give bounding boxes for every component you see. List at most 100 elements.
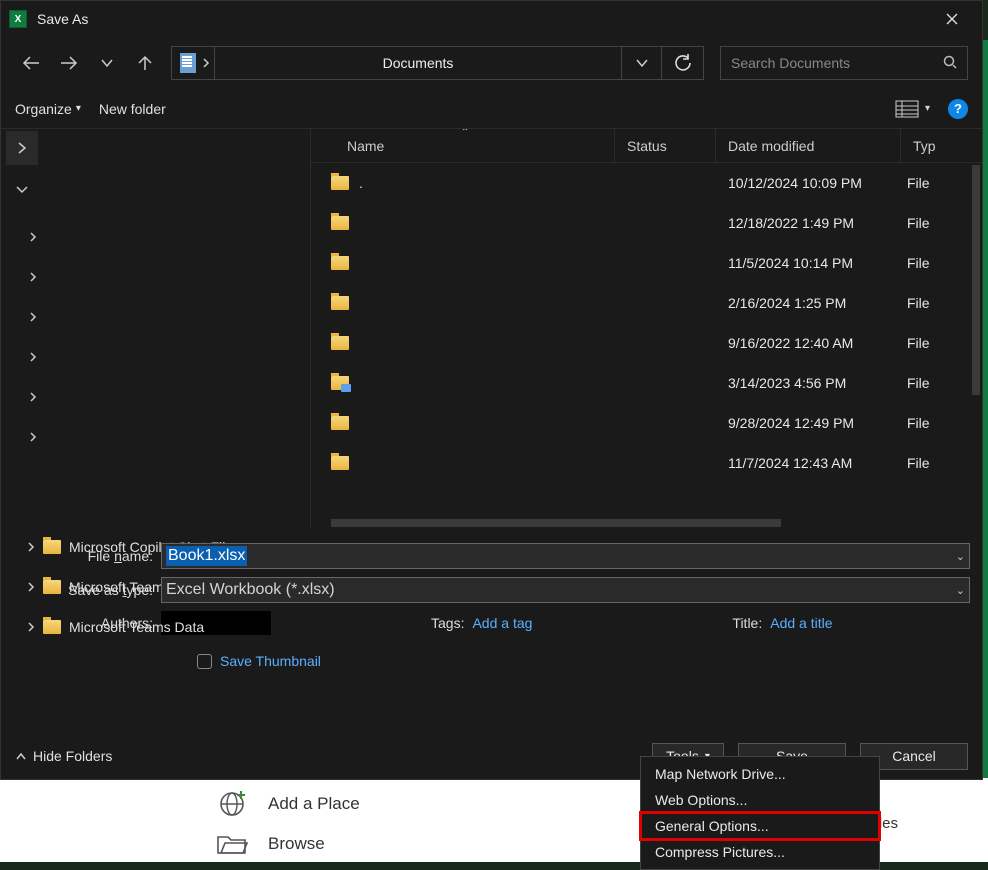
folder-special-icon: [331, 376, 349, 390]
hide-folders-button[interactable]: Hide Folders: [15, 748, 112, 764]
chevron-right-icon: [29, 351, 37, 363]
nav-tree-pane: Microsoft Copilot Chat Files Microsoft T…: [1, 129, 311, 529]
save-as-dialog: X Save As Documents: [0, 0, 983, 780]
refresh-button[interactable]: [661, 47, 703, 79]
file-date-modified: 9/28/2024 12:49 PM: [716, 415, 901, 431]
vertical-scrollbar[interactable]: [972, 165, 980, 395]
file-date-modified: 3/14/2023 4:56 PM: [716, 375, 901, 391]
col-type[interactable]: Typ: [901, 129, 982, 162]
window-title: Save As: [37, 11, 88, 27]
address-path[interactable]: Documents: [215, 55, 621, 71]
menu-compress-pictures[interactable]: Compress Pictures...: [641, 839, 879, 865]
add-tag-link[interactable]: Add a tag: [472, 615, 532, 631]
folder-icon: [43, 620, 61, 634]
file-type: File: [901, 335, 982, 351]
chevron-up-icon: [15, 751, 27, 761]
tree-item[interactable]: [1, 297, 310, 337]
col-date-modified[interactable]: Date modified: [716, 129, 901, 162]
help-button[interactable]: ?: [948, 99, 968, 119]
file-name: .: [359, 175, 363, 191]
col-name[interactable]: Name⌃: [311, 129, 615, 162]
file-list-header: Name⌃ Status Date modified Typ: [311, 129, 982, 163]
menu-general-options[interactable]: General Options...: [641, 813, 879, 839]
title-meta-label: Title:: [732, 615, 762, 631]
view-layout-button[interactable]: ▾: [895, 100, 930, 118]
organize-button[interactable]: Organize▾: [15, 101, 81, 117]
address-dropdown[interactable]: [621, 47, 661, 79]
file-name-value: Book1.xlsx: [166, 546, 247, 566]
folder-open-icon: [214, 829, 250, 859]
chevron-right-icon: [27, 581, 35, 593]
sort-indicator-icon: ⌃: [461, 129, 469, 138]
folder-icon: [331, 176, 349, 190]
search-input[interactable]: [731, 55, 943, 71]
save-as-type-field[interactable]: Excel Workbook (*.xlsx) ⌄: [161, 577, 970, 603]
chevron-down-icon: ▾: [76, 103, 81, 114]
file-date-modified: 11/7/2024 12:43 AM: [716, 455, 901, 471]
list-view-icon: [895, 100, 919, 118]
file-row[interactable]: 9/16/2022 12:40 AMFile: [311, 323, 982, 363]
horizontal-scrollbar[interactable]: [331, 519, 781, 527]
file-row[interactable]: 11/5/2024 10:14 PMFile: [311, 243, 982, 283]
file-row[interactable]: 2/16/2024 1:25 PMFile: [311, 283, 982, 323]
recent-locations-button[interactable]: [91, 47, 123, 79]
file-row[interactable]: 11/7/2024 12:43 AMFile: [311, 443, 982, 483]
chevron-right-icon: [27, 541, 35, 553]
address-bar[interactable]: Documents: [171, 46, 704, 80]
file-type: File: [901, 375, 982, 391]
search-icon[interactable]: [943, 55, 957, 72]
menu-web-options[interactable]: Web Options...: [641, 787, 879, 813]
chevron-right-icon: [29, 391, 37, 403]
tree-collapse-button[interactable]: [15, 181, 29, 199]
folder-icon: [331, 336, 349, 350]
file-type: File: [901, 455, 982, 471]
save-thumbnail-checkbox[interactable]: [197, 654, 212, 669]
file-row[interactable]: .10/12/2024 10:09 PMFile: [311, 163, 982, 203]
chevron-down-icon[interactable]: ⌄: [956, 584, 965, 597]
folder-icon: [331, 456, 349, 470]
tree-item[interactable]: [1, 257, 310, 297]
tools-dropdown-menu: Map Network Drive... Web Options... Gene…: [640, 756, 880, 870]
file-date-modified: 11/5/2024 10:14 PM: [716, 255, 901, 271]
tree-item[interactable]: [1, 217, 310, 257]
forward-button[interactable]: [53, 47, 85, 79]
documents-icon: [180, 53, 196, 73]
folder-icon: [331, 216, 349, 230]
new-folder-button[interactable]: New folder: [99, 101, 166, 117]
tree-item[interactable]: [1, 337, 310, 377]
toolbar: Organize▾ New folder ▾ ?: [1, 89, 982, 129]
tree-item[interactable]: [1, 417, 310, 457]
file-type: File: [901, 415, 982, 431]
col-status[interactable]: Status: [615, 129, 716, 162]
close-button[interactable]: [929, 4, 974, 34]
chevron-right-icon: [29, 271, 37, 283]
chevron-right-icon: [27, 621, 35, 633]
chevron-down-icon: ▾: [925, 103, 930, 114]
file-name-field[interactable]: Book1.xlsx ⌄: [161, 543, 970, 569]
file-row[interactable]: 12/18/2022 1:49 PMFile: [311, 203, 982, 243]
add-title-link[interactable]: Add a title: [770, 615, 832, 631]
up-button[interactable]: [129, 47, 161, 79]
globe-plus-icon: [214, 789, 250, 819]
file-type: File: [901, 175, 982, 191]
menu-map-network-drive[interactable]: Map Network Drive...: [641, 761, 879, 787]
save-as-type-value: Excel Workbook (*.xlsx): [166, 581, 335, 599]
file-date-modified: 2/16/2024 1:25 PM: [716, 295, 901, 311]
save-thumbnail-label[interactable]: Save Thumbnail: [220, 653, 321, 669]
file-date-modified: 12/18/2022 1:49 PM: [716, 215, 901, 231]
tree-item[interactable]: [1, 377, 310, 417]
file-row[interactable]: 9/28/2024 12:49 PMFile: [311, 403, 982, 443]
file-list-body: .10/12/2024 10:09 PMFile12/18/2022 1:49 …: [311, 163, 982, 529]
chevron-down-icon[interactable]: ⌄: [956, 550, 965, 563]
chevron-right-icon: [29, 231, 37, 243]
tree-expand-button[interactable]: [6, 131, 38, 165]
tree-item-teams-data[interactable]: Microsoft Teams Data: [1, 607, 310, 647]
location-icon-section[interactable]: [172, 47, 215, 79]
chevron-right-icon: [29, 431, 37, 443]
chevron-right-icon: [202, 57, 210, 69]
back-button[interactable]: [15, 47, 47, 79]
search-box[interactable]: [720, 46, 968, 80]
file-row[interactable]: 3/14/2023 4:56 PMFile: [311, 363, 982, 403]
folder-icon: [331, 416, 349, 430]
folder-icon: [43, 540, 61, 554]
